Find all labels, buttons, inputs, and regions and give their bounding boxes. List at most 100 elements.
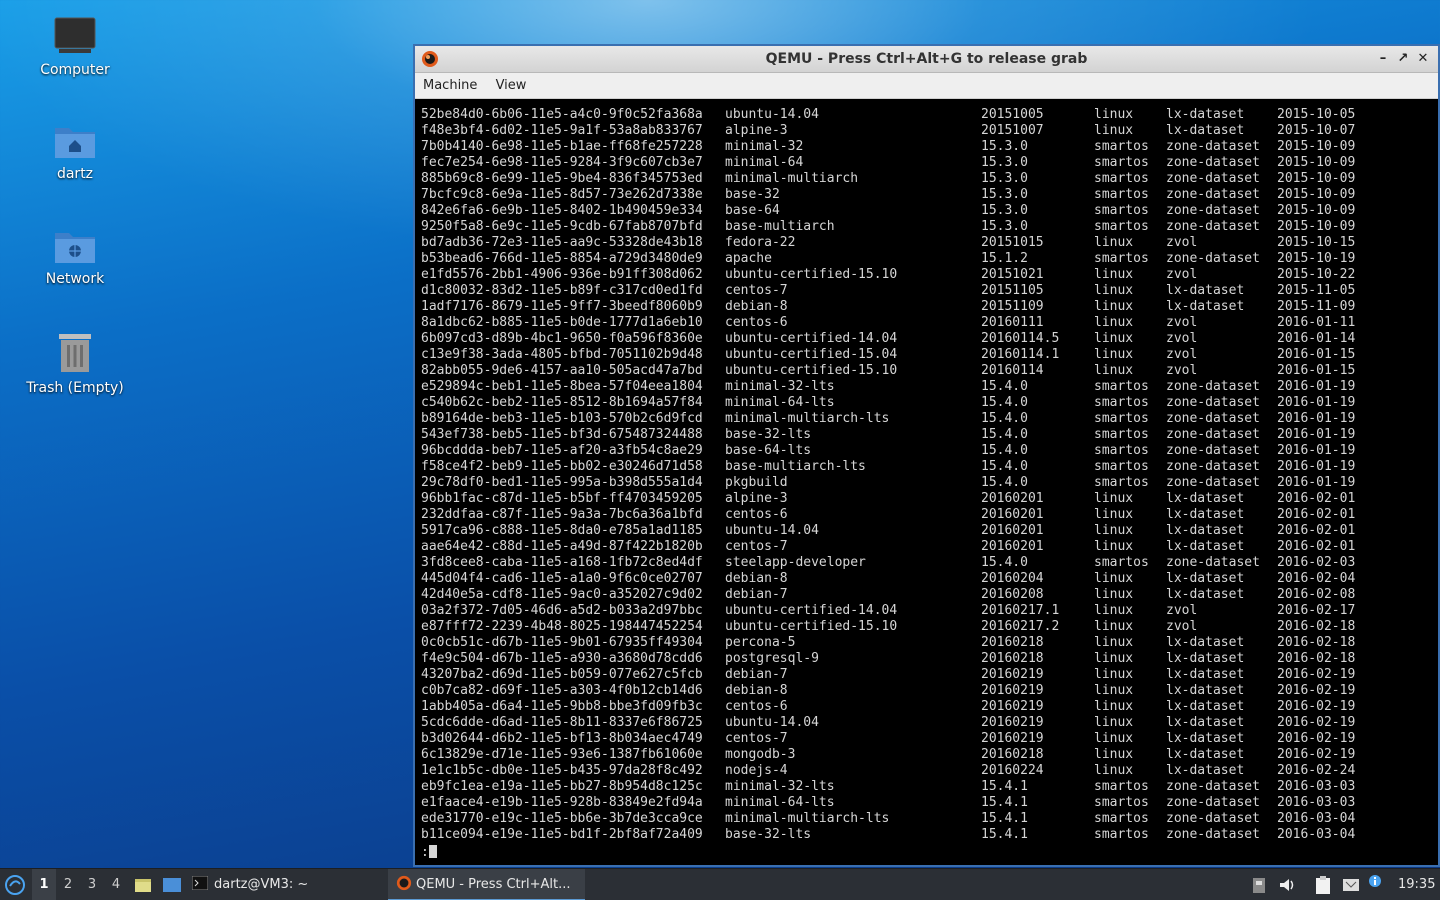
minimize-icon[interactable]: –	[1374, 49, 1392, 69]
uuid-cell: 9250f5a8-6e9c-11e5-9cdb-67fab8707bfd	[421, 219, 703, 234]
type-cell: lx-dataset	[1166, 123, 1245, 138]
type-cell: zvol	[1166, 363, 1198, 378]
image-row: e87fff72-2239-4b48-8025-198447452254 ubun…	[421, 619, 1438, 635]
image-row: bd7adb36-72e3-11e5-aa9c-53328de43b18 fedo…	[421, 235, 1438, 251]
name-cell: debian-7	[725, 587, 788, 602]
image-row: 43207ba2-d69d-11e5-b059-077e627c5fcb debi…	[421, 667, 1438, 683]
task-terminal[interactable]: dartz@VM3: ~	[191, 869, 382, 900]
clock[interactable]: 19:35	[1398, 869, 1438, 900]
name-cell: ubuntu-certified-15.10	[725, 267, 898, 282]
date-cell: 2015-10-09	[1277, 155, 1356, 170]
name-cell: fedora-22	[725, 235, 796, 250]
type-cell: zvol	[1166, 619, 1198, 634]
os-cell: smartos	[1094, 475, 1149, 490]
maximize-icon[interactable]: ↗	[1394, 49, 1412, 69]
os-cell: linux	[1094, 667, 1134, 682]
type-cell: zone-dataset	[1166, 395, 1260, 410]
os-cell: smartos	[1094, 155, 1149, 170]
version-cell: 20160201	[981, 507, 1044, 522]
date-cell: 2016-01-19	[1277, 475, 1356, 490]
name-cell: minimal-32	[725, 139, 804, 154]
date-cell: 2015-10-09	[1277, 139, 1356, 154]
task-qemu[interactable]: QEMU - Press Ctrl+Alt...	[388, 869, 585, 900]
network-tray[interactable]	[1342, 869, 1364, 900]
workspace-1[interactable]: 1	[32, 869, 56, 900]
type-cell: zone-dataset	[1166, 475, 1260, 490]
uuid-cell: c540b62c-beb2-11e5-8512-8b1694a57f84	[421, 395, 703, 410]
tray-item[interactable]	[1252, 869, 1270, 900]
workspace-4[interactable]: 4	[104, 869, 128, 900]
image-row: 52be84d0-6b06-11e5-a4c0-9f0c52fa368a ubun…	[421, 107, 1438, 123]
window-titlebar[interactable]: QEMU - Press Ctrl+Alt+G to release grab …	[415, 46, 1438, 73]
image-row: 3fd8cee8-caba-11e5-a168-1fb72c8ed4df stee…	[421, 555, 1438, 571]
desktop-icon-trash[interactable]: Trash (Empty)	[20, 330, 130, 396]
uuid-cell: d1c80032-83d2-11e5-b89f-c317cd0ed1fd	[421, 283, 703, 298]
type-cell: zone-dataset	[1166, 251, 1260, 266]
type-cell: lx-dataset	[1166, 651, 1245, 666]
show-desktop-button[interactable]	[162, 869, 184, 900]
name-cell: ubuntu-certified-14.04	[725, 603, 898, 618]
name-cell: centos-7	[725, 731, 788, 746]
uuid-cell: 6b097cd3-d89b-4bc1-9650-f0a596f8360e	[421, 331, 703, 346]
uuid-cell: c13e9f38-3ada-4805-bfbd-7051102b9d48	[421, 347, 703, 362]
type-cell: zone-dataset	[1166, 779, 1260, 794]
clipboard-tray[interactable]	[1314, 869, 1336, 900]
date-cell: 2015-10-09	[1277, 171, 1356, 186]
app-menu-button[interactable]	[4, 869, 30, 900]
os-cell: linux	[1094, 747, 1134, 762]
type-cell: lx-dataset	[1166, 283, 1245, 298]
terminal-output[interactable]: 52be84d0-6b06-11e5-a4c0-9f0c52fa368a ubun…	[415, 101, 1438, 865]
update-tray[interactable]	[1368, 869, 1386, 900]
desktop-icon-label: Network	[45, 271, 105, 287]
date-cell: 2016-02-04	[1277, 571, 1356, 586]
file-manager-launcher[interactable]	[134, 869, 154, 900]
type-cell: lx-dataset	[1166, 539, 1245, 554]
image-row: 0c0cb51c-d67b-11e5-9b01-67935ff49304 perc…	[421, 635, 1438, 651]
uuid-cell: f4e9c504-d67b-11e5-a930-a3680d78cdd6	[421, 651, 703, 666]
date-cell: 2016-01-19	[1277, 379, 1356, 394]
name-cell: ubuntu-certified-14.04	[725, 331, 898, 346]
name-cell: pkgbuild	[725, 475, 788, 490]
version-cell: 20151105	[981, 283, 1044, 298]
uuid-cell: 3fd8cee8-caba-11e5-a168-1fb72c8ed4df	[421, 555, 703, 570]
date-cell: 2015-10-05	[1277, 107, 1356, 122]
type-cell: zone-dataset	[1166, 155, 1260, 170]
image-row: 232ddfaa-c87f-11e5-9a3a-7bc6a36a1bfd cent…	[421, 507, 1438, 523]
date-cell: 2016-02-24	[1277, 763, 1356, 778]
volume-control[interactable]	[1278, 869, 1298, 900]
date-cell: 2016-03-03	[1277, 795, 1356, 810]
version-cell: 15.4.0	[981, 395, 1028, 410]
desktop-icon-computer[interactable]: Computer	[20, 16, 130, 78]
version-cell: 15.4.1	[981, 795, 1028, 810]
menu-machine[interactable]: Machine	[423, 73, 477, 99]
desktop-icon-network[interactable]: Network	[20, 227, 130, 287]
version-cell: 20160201	[981, 539, 1044, 554]
qemu-task-icon	[396, 875, 412, 891]
os-cell: smartos	[1094, 459, 1149, 474]
qemu-window[interactable]: QEMU - Press Ctrl+Alt+G to release grab …	[413, 44, 1440, 867]
date-cell: 2016-02-19	[1277, 667, 1356, 682]
type-cell: zvol	[1166, 331, 1198, 346]
close-icon[interactable]: ✕	[1414, 49, 1432, 69]
workspace-3[interactable]: 3	[80, 869, 104, 900]
date-cell: 2016-01-19	[1277, 411, 1356, 426]
desktop-icon-home[interactable]: dartz	[20, 122, 130, 182]
image-row: d1c80032-83d2-11e5-b89f-c317cd0ed1fd cent…	[421, 283, 1438, 299]
version-cell: 20160224	[981, 763, 1044, 778]
date-cell: 2016-02-01	[1277, 523, 1356, 538]
network-folder-icon	[55, 233, 95, 263]
uuid-cell: b11ce094-e19e-11e5-bd1f-2bf8af72a409	[421, 827, 703, 842]
info-icon	[1369, 875, 1381, 887]
menu-view[interactable]: View	[496, 73, 527, 99]
version-cell: 15.3.0	[981, 139, 1028, 154]
type-cell: zone-dataset	[1166, 171, 1260, 186]
desktop-icon-label: dartz	[56, 166, 94, 182]
file-manager-icon	[135, 879, 151, 892]
taskbar: 1 2 3 4 dartz@VM3: ~ QEMU - Press Ctrl+A…	[0, 868, 1440, 900]
pager-prompt[interactable]: :	[421, 845, 1438, 861]
workspace-2[interactable]: 2	[56, 869, 80, 900]
type-cell: zone-dataset	[1166, 811, 1260, 826]
image-row: fec7e254-6e98-11e5-9284-3f9c607cb3e7 mini…	[421, 155, 1438, 171]
name-cell: ubuntu-certified-15.04	[725, 347, 898, 362]
type-cell: zvol	[1166, 603, 1198, 618]
